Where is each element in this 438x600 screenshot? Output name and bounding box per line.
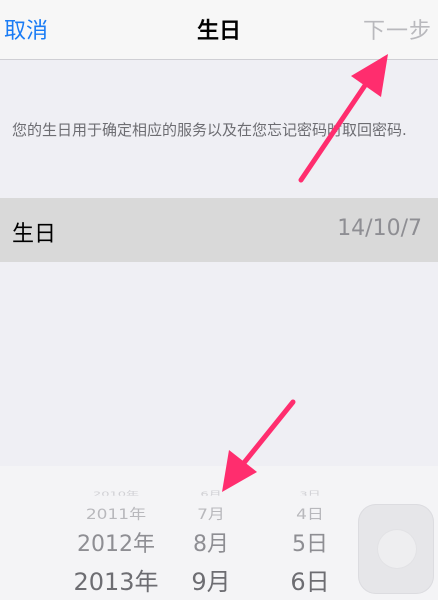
arrow-to-next-button	[298, 54, 388, 183]
picker-day-option[interactable]: 6日	[272, 562, 348, 597]
picker-year-option[interactable]: 2012年	[56, 526, 176, 558]
birthday-row[interactable]: 生日 14/10/7	[0, 198, 438, 262]
assistive-touch-button[interactable]	[358, 504, 434, 594]
picker-day-option[interactable]: 5日	[272, 526, 348, 558]
picker-month-option[interactable]: 8月	[176, 526, 246, 558]
picker-month-option[interactable]: 6月	[176, 488, 246, 496]
birthday-label: 生日	[12, 222, 57, 247]
assistive-touch-icon	[378, 530, 416, 568]
birthday-description: 您的生日用于确定相应的服务以及在您忘记密码时取回密码.	[12, 121, 407, 139]
month-wheel[interactable]: 6月 7月 8月 9月	[176, 466, 246, 600]
picker-day-option[interactable]: 4日	[272, 502, 348, 523]
birthday-value: 14/10/7	[337, 216, 422, 241]
year-wheel[interactable]: 2010年 2011年 2012年 2013年	[56, 466, 176, 600]
picker-year-option[interactable]: 2010年	[56, 488, 176, 496]
picker-day-option[interactable]: 3日	[272, 488, 348, 496]
picker-year-option[interactable]: 2013年	[56, 562, 176, 597]
day-wheel[interactable]: 3日 4日 5日 6日	[272, 466, 348, 600]
next-button[interactable]: 下一步	[363, 13, 432, 45]
picker-month-option[interactable]: 9月	[176, 562, 246, 597]
picker-year-option[interactable]: 2011年	[56, 502, 176, 523]
navigation-bar: 取消 生日 下一步	[0, 0, 438, 60]
picker-month-option[interactable]: 7月	[176, 502, 246, 523]
